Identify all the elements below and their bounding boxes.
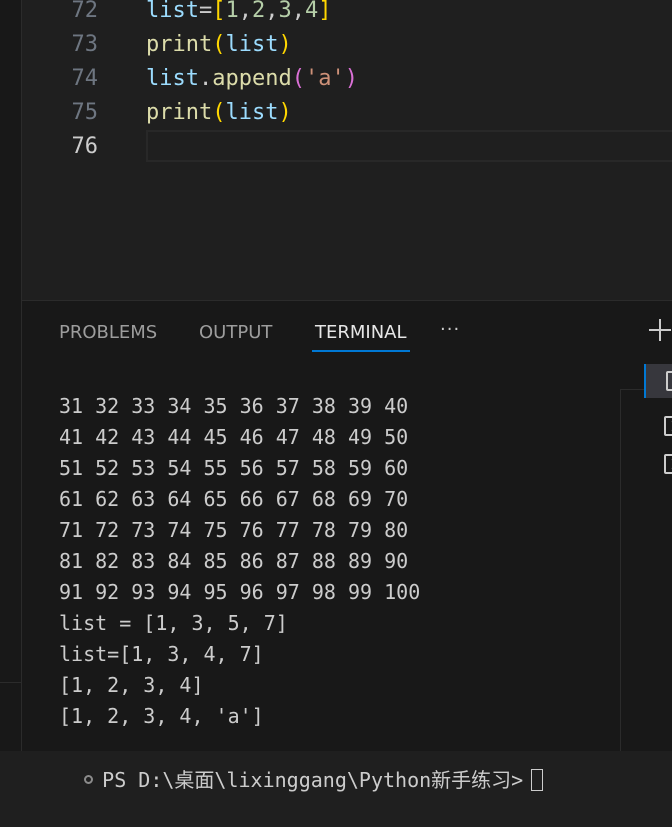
terminal-line: 81 82 83 84 85 86 87 88 89 90 — [59, 549, 409, 573]
tab-terminal[interactable]: TERMINAL — [315, 321, 407, 345]
line-number: 74 — [71, 66, 99, 91]
code-line[interactable]: 73 print(list) — [22, 28, 672, 62]
bottom-panel: PROBLEMS OUTPUT TERMINAL ··· 31 32 33 34… — [22, 301, 672, 792]
terminal-icon — [666, 371, 672, 391]
active-tab-indicator — [312, 350, 410, 352]
code-text: print(list) — [146, 32, 292, 57]
terminal-line: 91 92 93 94 95 96 97 98 99 100 — [59, 580, 421, 604]
tab-problems[interactable]: PROBLEMS — [59, 321, 157, 345]
tab-output[interactable]: OUTPUT — [199, 321, 272, 345]
terminal-line: [1, 2, 3, 4] — [59, 673, 204, 697]
terminal-line: 61 62 63 64 65 66 67 68 69 70 — [59, 487, 409, 511]
activity-bar-edge — [0, 0, 22, 751]
terminal-prompt-line[interactable]: PS D:\桌面\lixinggang\Python新手练习> — [36, 734, 636, 792]
terminal-line: list=[1, 3, 4, 7] — [59, 642, 264, 666]
line-number: 73 — [71, 32, 99, 57]
terminal-prompt: PS D:\桌面\lixinggang\Python新手练习> — [102, 768, 524, 792]
terminal-instance-list — [644, 364, 672, 751]
divider — [0, 682, 21, 683]
terminal-line: list = [1, 3, 5, 7] — [59, 611, 288, 635]
code-line[interactable]: 72 list=[1,2,3,4] — [22, 0, 672, 28]
terminal-scrollbar[interactable] — [620, 389, 644, 751]
terminal-instance-item[interactable] — [644, 409, 672, 443]
terminal-icon — [664, 416, 672, 436]
code-text: list=[1,2,3,4] — [146, 0, 332, 23]
command-decoration-icon[interactable] — [84, 775, 94, 784]
terminal-line: 31 32 33 34 35 36 37 38 39 40 — [59, 394, 409, 418]
terminal-instance-item[interactable] — [644, 447, 672, 481]
plus-icon[interactable] — [647, 317, 672, 343]
code-line[interactable]: 76 — [22, 130, 672, 164]
terminal-line: 71 72 73 74 75 76 77 78 79 80 — [59, 518, 409, 542]
code-text: list.append('a') — [146, 66, 358, 91]
line-number: 75 — [71, 100, 99, 125]
terminal-output[interactable]: 31 32 33 34 35 36 37 38 39 40 41 42 43 44… — [59, 391, 649, 732]
terminal-instance-item[interactable] — [644, 364, 672, 398]
code-line[interactable]: 74 list.append('a') — [22, 62, 672, 96]
terminal-line: 41 42 43 44 45 46 47 48 49 50 — [59, 425, 409, 449]
code-editor[interactable]: 72 list=[1,2,3,4] 73 print(list) 74 list.appe… — [22, 0, 672, 300]
code-text: print(list) — [146, 100, 292, 125]
line-number: 76 — [71, 134, 99, 159]
terminal-line: 51 52 53 54 55 56 57 58 59 60 — [59, 456, 409, 480]
terminal-icon — [664, 454, 672, 474]
code-line[interactable]: 75 print(list) — [22, 96, 672, 130]
terminal-line: [1, 2, 3, 4, 'a'] — [59, 704, 264, 728]
line-number: 72 — [71, 0, 99, 23]
terminal-cursor — [531, 769, 544, 791]
more-actions-icon[interactable]: ··· — [440, 320, 468, 344]
